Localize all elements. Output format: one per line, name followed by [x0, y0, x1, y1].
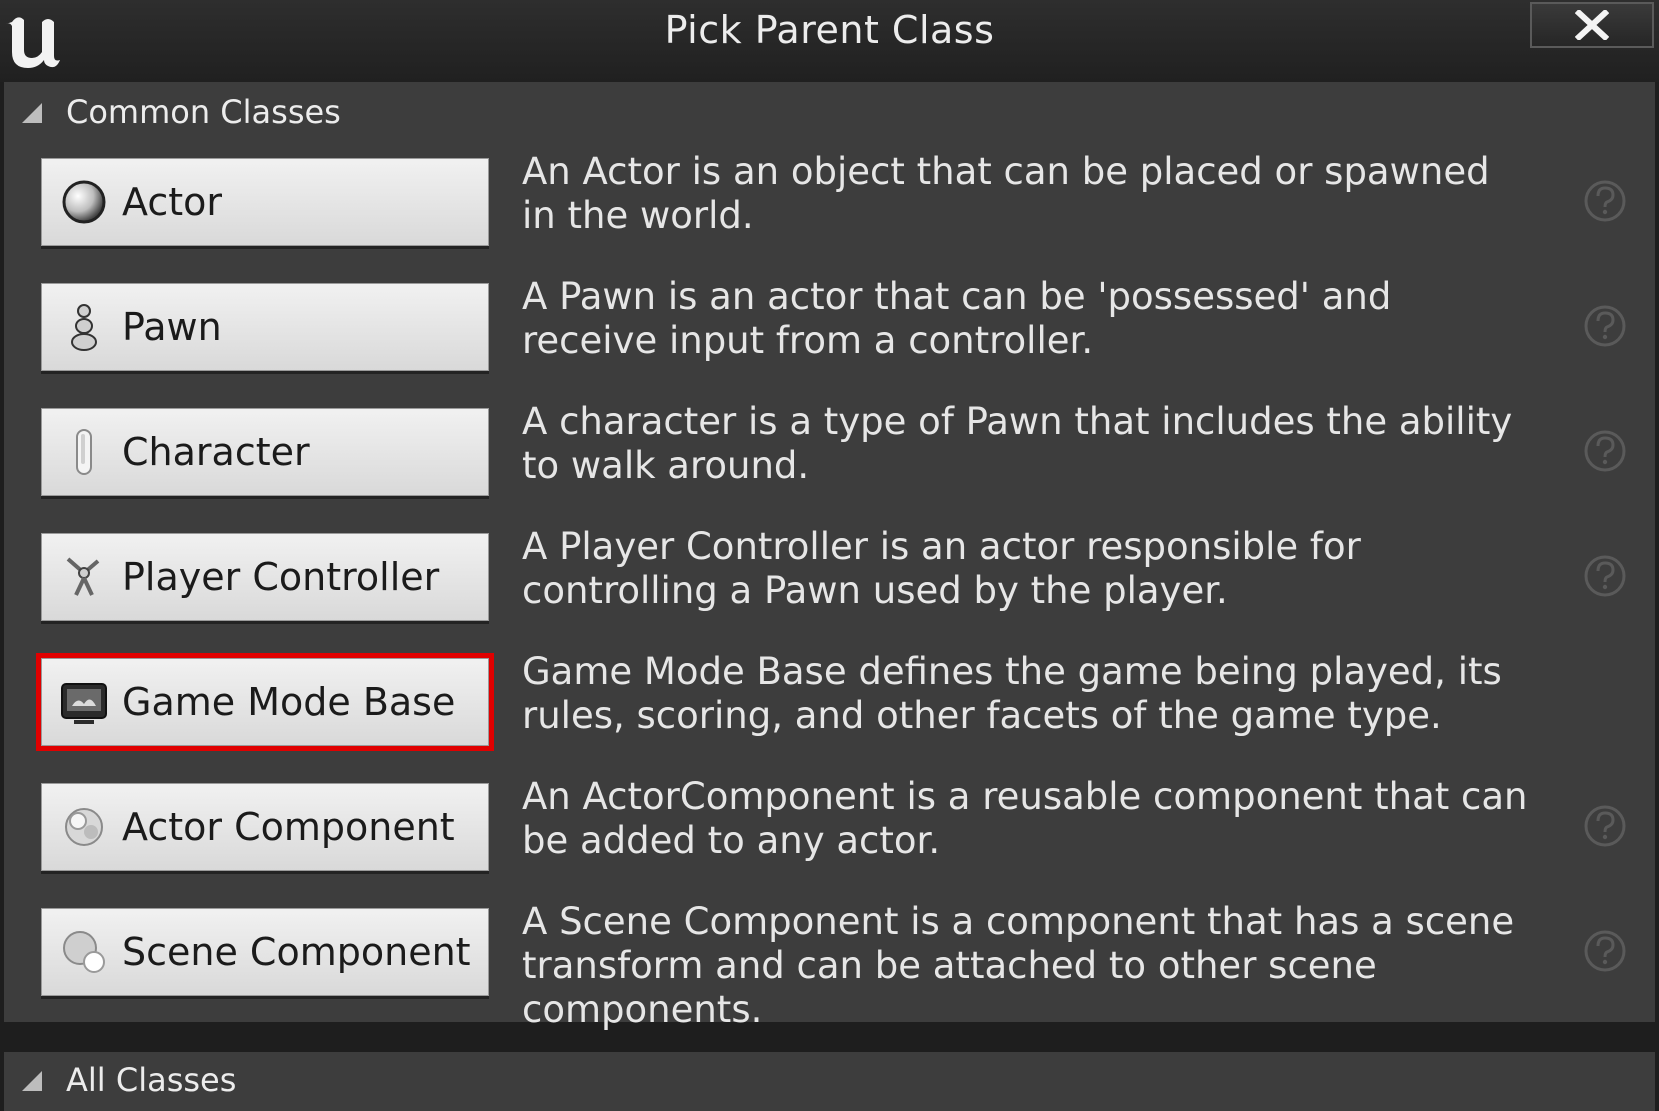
help-icon[interactable]	[1582, 428, 1628, 474]
class-label: Pawn	[122, 305, 222, 349]
help-icon[interactable]	[1582, 803, 1628, 849]
class-row-pawn: Pawn A Pawn is an actor that can be 'pos…	[4, 275, 1655, 379]
class-label: Scene Component	[122, 930, 471, 974]
class-row-actor-component: Actor Component An ActorComponent is a r…	[4, 775, 1655, 879]
close-icon	[1575, 10, 1609, 40]
actor-component-button[interactable]: Actor Component	[41, 783, 489, 871]
section-label: Common Classes	[66, 93, 341, 131]
actor-sphere-icon	[62, 180, 106, 224]
common-classes-section: Common Classes Actor An Actor is an obje…	[4, 82, 1655, 1031]
class-row-actor: Actor An Actor is an object that can be …	[4, 150, 1655, 254]
help-icon[interactable]	[1582, 553, 1628, 599]
class-row-character: Character A character is a type of Pawn …	[4, 400, 1655, 504]
game-mode-icon	[61, 683, 107, 724]
help-icon[interactable]	[1582, 178, 1628, 224]
character-icon	[76, 429, 92, 475]
pawn-button[interactable]: Pawn	[41, 283, 489, 371]
game-mode-base-button[interactable]: Game Mode Base	[36, 653, 494, 751]
section-label: All Classes	[66, 1061, 237, 1099]
collapse-triangle-icon[interactable]	[18, 1067, 44, 1093]
all-classes-header[interactable]: All Classes	[18, 1058, 236, 1102]
common-classes-header[interactable]: Common Classes	[18, 90, 341, 134]
class-label: Game Mode Base	[122, 680, 456, 724]
class-description: A Pawn is an actor that can be 'possesse…	[522, 275, 1392, 362]
scene-component-icon	[63, 931, 105, 973]
class-label: Player Controller	[122, 555, 440, 599]
pawn-icon	[71, 304, 97, 351]
class-label: Actor	[122, 180, 222, 224]
help-icon[interactable]	[1582, 928, 1628, 974]
character-button[interactable]: Character	[41, 408, 489, 496]
class-row-player-controller: Player Controller A Player Controller is…	[4, 525, 1655, 629]
scene-component-button[interactable]: Scene Component	[41, 908, 489, 996]
all-classes-section: All Classes	[4, 1052, 1655, 1111]
player-controller-icon	[66, 557, 100, 596]
title-bar: Pick Parent Class	[0, 0, 1659, 82]
class-description: Game Mode Base defines the game being pl…	[522, 650, 1502, 737]
class-row-scene-component: Scene Component A Scene Component is a c…	[4, 900, 1655, 1031]
class-description: A Player Controller is an actor responsi…	[522, 525, 1361, 612]
class-label: Actor Component	[122, 805, 455, 849]
class-description: A Scene Component is a component that ha…	[522, 900, 1515, 1031]
class-description: An ActorComponent is a reusable componen…	[522, 775, 1528, 862]
window-title: Pick Parent Class	[664, 8, 995, 52]
class-description: A character is a type of Pawn that inclu…	[522, 400, 1513, 487]
collapse-triangle-icon[interactable]	[18, 99, 44, 125]
actor-button[interactable]: Actor	[41, 158, 489, 246]
class-description: An Actor is an object that can be placed…	[522, 150, 1490, 237]
help-icon[interactable]	[1582, 303, 1628, 349]
actor-component-icon	[65, 808, 103, 846]
class-label: Character	[122, 430, 310, 474]
class-row-game-mode-base: Game Mode Base Game Mode Base defines th…	[4, 650, 1655, 754]
player-controller-button[interactable]: Player Controller	[41, 533, 489, 621]
close-button[interactable]	[1530, 2, 1654, 48]
